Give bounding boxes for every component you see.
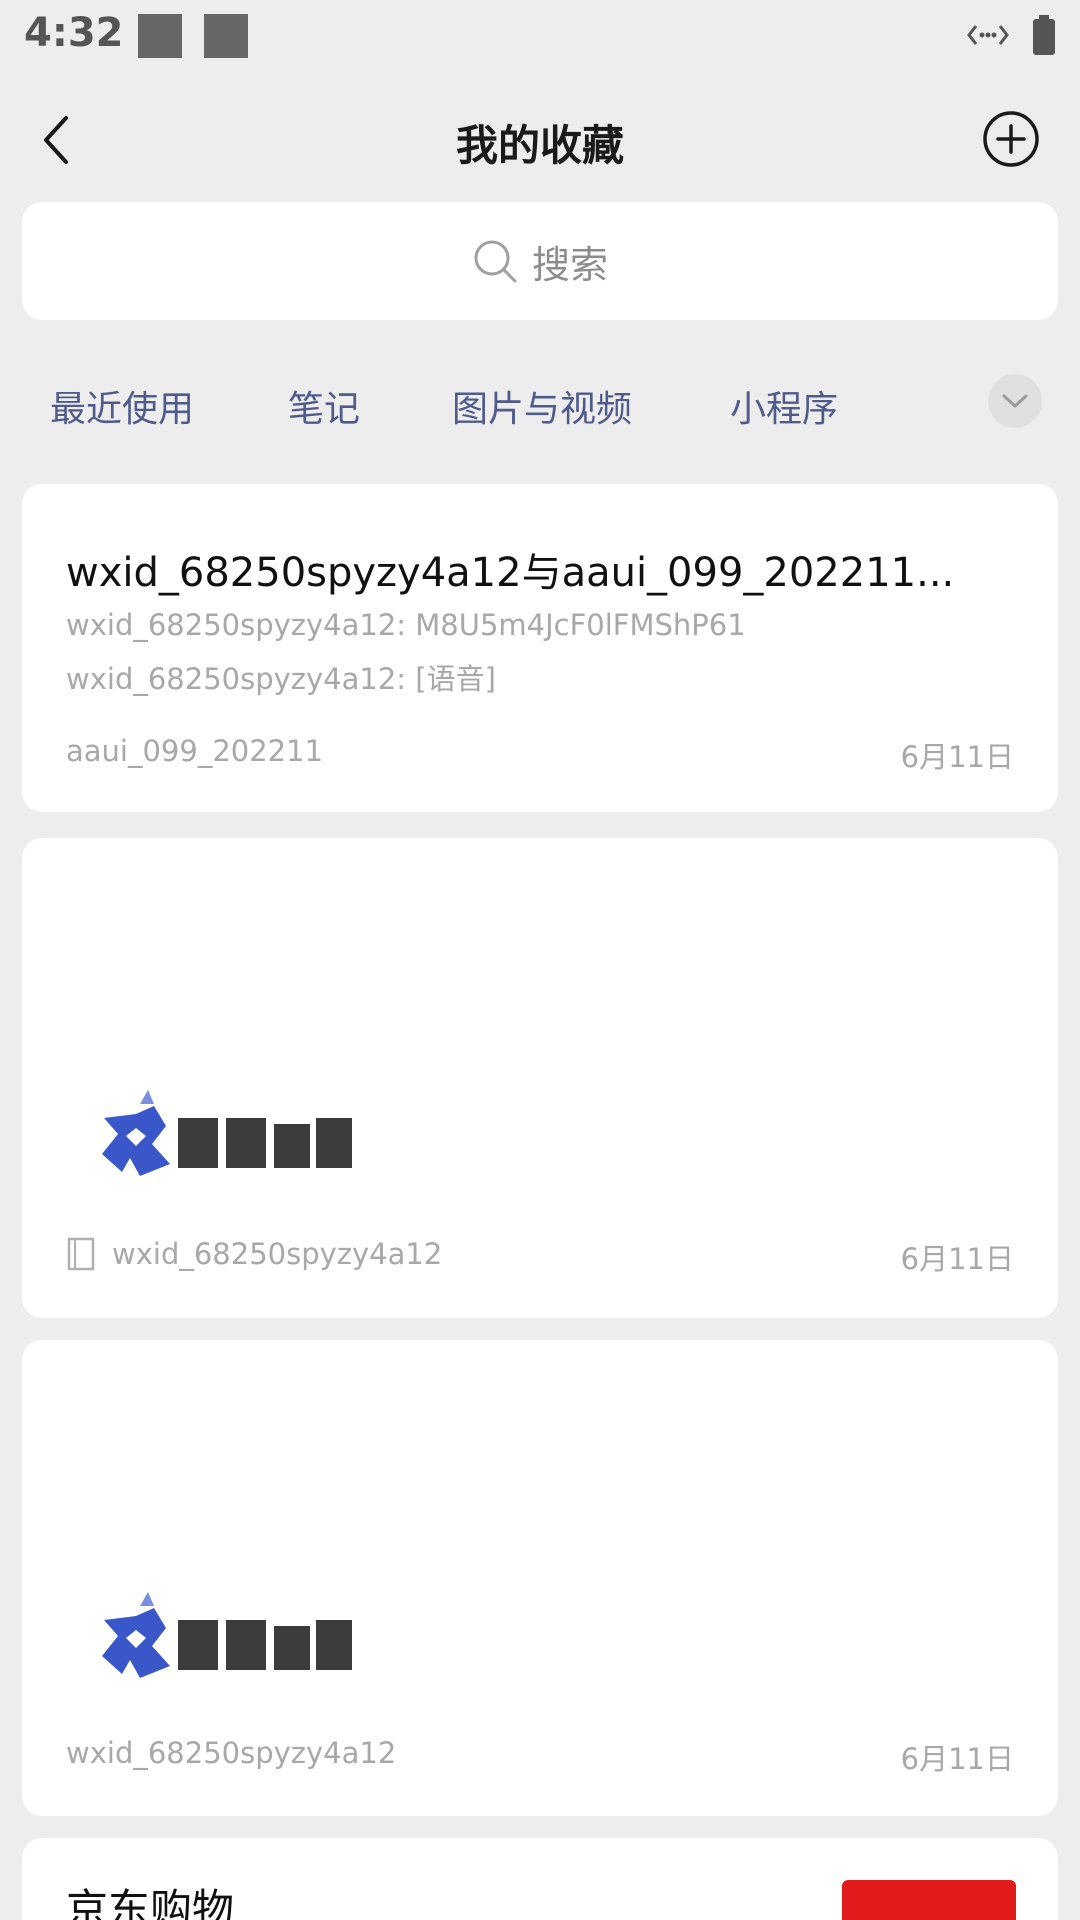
search-placeholder: 搜索	[531, 242, 608, 287]
note-icon	[67, 1237, 95, 1271]
item-source-label: wxid_68250spyzy4a12	[112, 1237, 443, 1271]
favorite-item-mini-program[interactable]: 京东购物	[22, 1838, 1058, 1920]
chevron-down-icon	[1002, 394, 1028, 408]
item-source: wxid_68250spyzy4a12	[66, 1736, 396, 1770]
notification-icon	[138, 14, 182, 58]
notification-icon	[204, 14, 248, 58]
tab-recent[interactable]: 最近使用	[50, 380, 194, 432]
item-date: 6月11日	[900, 740, 1014, 774]
favorite-item-note[interactable]: wxid_68250spyzy4a12 6月11日	[22, 838, 1058, 1318]
search-input[interactable]: 搜索	[22, 202, 1058, 320]
item-preview-line: wxid_68250spyzy4a12: M8U5m4JcF0lFMShP61	[66, 608, 746, 642]
item-source: wxid_68250spyzy4a12	[66, 1236, 442, 1272]
page-title: 我的收藏	[455, 121, 624, 170]
item-date: 6月11日	[900, 1742, 1014, 1776]
item-source-label: wxid_68250spyzy4a12	[66, 1736, 397, 1770]
tab-images-videos[interactable]: 图片与视频	[452, 380, 632, 432]
data-transfer-icon	[967, 25, 1009, 45]
item-source-label: aaui_099_202211	[66, 734, 324, 768]
company-logo-image	[102, 1090, 352, 1176]
item-source: aaui_099_202211	[66, 734, 323, 768]
thumbnail-image	[842, 1880, 1016, 1920]
tab-mini-programs[interactable]: 小程序	[730, 380, 838, 432]
item-title: wxid_68250spyzy4a12与aaui_099_202211...	[66, 550, 955, 596]
category-tabs: 最近使用 笔记 图片与视频 小程序	[0, 372, 1080, 436]
plus-circle-icon	[983, 111, 1039, 167]
favorite-item-image[interactable]: wxid_68250spyzy4a12 6月11日	[22, 1340, 1058, 1816]
title-bar: 我的收藏	[0, 100, 1080, 180]
favorite-item-chat-record[interactable]: wxid_68250spyzy4a12与aaui_099_202211... w…	[22, 484, 1058, 812]
status-time: 4:32	[24, 10, 124, 56]
item-date: 6月11日	[900, 1242, 1014, 1276]
add-button[interactable]	[982, 110, 1040, 168]
battery-icon	[1033, 15, 1055, 55]
expand-categories-button[interactable]	[988, 374, 1042, 428]
company-logo-image	[102, 1592, 352, 1678]
item-preview-line: wxid_68250spyzy4a12: [语音]	[66, 662, 496, 696]
search-icon	[474, 240, 517, 283]
status-bar: 4:32	[0, 0, 1080, 76]
tab-notes[interactable]: 笔记	[288, 380, 360, 432]
